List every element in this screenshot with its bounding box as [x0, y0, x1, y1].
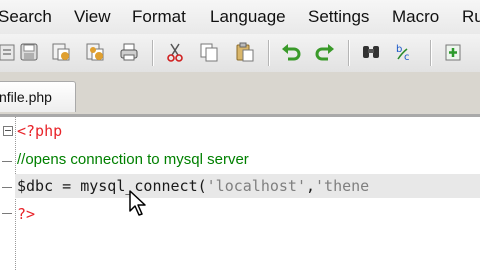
toolbar-separator	[348, 40, 349, 66]
tab-label: nfile.php	[0, 89, 52, 105]
fold-line-marker	[2, 187, 12, 188]
menu-run[interactable]: Ru	[462, 4, 480, 30]
menu-language[interactable]: Language	[210, 4, 286, 30]
menu-macro[interactable]: Macro	[392, 4, 439, 30]
fold-collapse-icon[interactable]	[3, 126, 13, 136]
zoom-in-button[interactable]	[440, 39, 466, 65]
save-icon	[20, 43, 38, 61]
replace-icon: bc	[396, 44, 410, 63]
find-button[interactable]	[358, 39, 384, 65]
menu-format[interactable]: Format	[132, 4, 186, 30]
mouse-pointer-icon	[129, 190, 146, 216]
code-token: =	[53, 177, 81, 195]
tab-bar: nfile.php	[0, 72, 480, 118]
paste-icon	[236, 42, 254, 62]
save-all-icon	[52, 43, 70, 61]
code-token: //opens connection to mysql server	[17, 151, 249, 168]
fold-line-marker	[2, 213, 12, 214]
fold-line-marker	[2, 161, 12, 162]
code-line[interactable]: $dbc = mysql_connect('localhost','thene	[17, 173, 369, 199]
code-line[interactable]: ?>	[17, 201, 35, 227]
undo-button[interactable]	[278, 39, 304, 65]
toolbar-separator	[430, 40, 431, 66]
code-editor[interactable]: <?php //opens connection to mysql server…	[0, 117, 480, 270]
cut-button[interactable]	[162, 39, 188, 65]
zoom-in-icon	[445, 44, 461, 61]
cut-icon	[167, 43, 183, 62]
code-token: ,	[306, 177, 316, 195]
menu-bar: Search View Format Language Settings Mac…	[0, 0, 480, 35]
code-token: 'localhost'	[206, 177, 306, 195]
toolbar: bc	[0, 34, 480, 73]
copy-button[interactable]	[196, 39, 222, 65]
code-line[interactable]: <?php	[17, 118, 62, 144]
save-button[interactable]	[16, 39, 42, 65]
code-token: $dbc	[17, 177, 54, 195]
close-button[interactable]	[82, 39, 108, 65]
menu-search[interactable]: Search	[0, 4, 52, 30]
copy-icon	[200, 43, 218, 62]
fold-gutter	[0, 117, 16, 270]
code-token: (	[197, 177, 207, 195]
code-token: <?php	[17, 122, 63, 140]
menu-settings[interactable]: Settings	[308, 4, 369, 30]
paste-button[interactable]	[232, 39, 258, 65]
menu-view[interactable]: View	[74, 4, 111, 30]
svg-text:c: c	[404, 52, 410, 63]
find-icon	[363, 46, 379, 58]
redo-icon	[315, 44, 334, 61]
code-line[interactable]: //opens connection to mysql server	[17, 146, 249, 172]
print-icon	[120, 43, 138, 61]
toolbar-separator	[152, 40, 153, 66]
code-token: ?>	[17, 205, 36, 223]
redo-button[interactable]	[312, 39, 338, 65]
toolbar-separator	[268, 40, 269, 66]
replace-button[interactable]: bc	[392, 39, 418, 65]
print-button[interactable]	[116, 39, 142, 65]
close-icon	[86, 43, 104, 61]
undo-icon	[282, 44, 301, 61]
save-all-button[interactable]	[48, 39, 74, 65]
code-token: 'thene	[315, 177, 370, 195]
tab-file[interactable]: nfile.php	[0, 81, 76, 112]
